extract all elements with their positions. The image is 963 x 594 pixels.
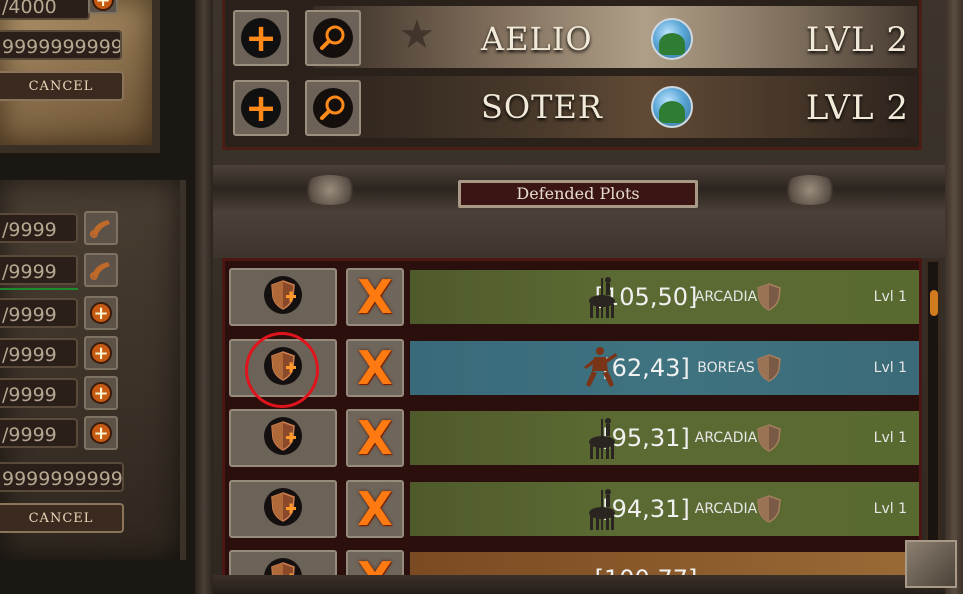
- plus-icon: +: [90, 302, 112, 324]
- plot-level: Lvl 1: [873, 289, 907, 305]
- magnifier-icon: [313, 18, 353, 58]
- plot-row[interactable]: X [62,43] BOREAS Lvl 1: [229, 338, 919, 399]
- highlight-ring: [245, 332, 319, 408]
- resource-plus-button-6[interactable]: +: [84, 416, 118, 450]
- plot-info-bar: [95,31] ARCADIA Lvl 1: [410, 411, 919, 465]
- hero-add-button[interactable]: +: [233, 10, 289, 66]
- hero-inspect-button[interactable]: [305, 10, 361, 66]
- shield-icon: [755, 353, 783, 383]
- resource-button-1[interactable]: [84, 211, 118, 245]
- left-top-plus-button[interactable]: +: [88, 0, 118, 14]
- plot-level: Lvl 1: [873, 359, 907, 376]
- resource-plus-button-3[interactable]: +: [84, 296, 118, 330]
- plot-row[interactable]: X [95,31] ARCADIA Lvl 1: [229, 409, 919, 469]
- remove-plot-button[interactable]: X: [346, 479, 404, 538]
- scrollbar-thumb[interactable]: [930, 290, 938, 316]
- remove-plot-button[interactable]: X: [346, 268, 404, 326]
- plot-row[interactable]: X [105,50] ARCADIA Lvl 1: [229, 268, 919, 328]
- plot-level: Lvl 1: [873, 500, 907, 517]
- defend-plot-button[interactable]: [229, 550, 337, 575]
- close-icon: X: [357, 411, 393, 465]
- resource-field-2[interactable]: /9999: [0, 255, 78, 285]
- magnifier-icon: [313, 88, 353, 128]
- resource-progress: [0, 288, 78, 290]
- hero-add-button[interactable]: +: [233, 80, 289, 136]
- plot-info-bar: [62,43] BOREAS Lvl 1: [410, 340, 919, 395]
- left-bottom-cancel-button[interactable]: CANCEL: [0, 503, 124, 533]
- hero-level: LVL 2: [805, 20, 909, 60]
- remove-plot-button[interactable]: X: [346, 338, 404, 397]
- left-top-cancel-button[interactable]: CANCEL: [0, 71, 124, 101]
- resource-button-2[interactable]: [84, 253, 118, 287]
- hero-name: AELIO: [481, 20, 593, 58]
- resource-field-1[interactable]: /9999: [0, 213, 78, 243]
- frame-right-rail: [945, 0, 963, 594]
- frame-left-rail: [195, 0, 213, 594]
- hero-list: + ★ AELIO LVL 2 + SOTER LVL 2: [222, 0, 922, 150]
- centaur-icon: [578, 274, 622, 320]
- centaur-icon: [578, 486, 622, 532]
- plot-row[interactable]: X[100,77]: [229, 550, 919, 575]
- remove-plot-button[interactable]: X: [346, 409, 404, 467]
- shield-icon: [755, 282, 783, 312]
- resource-plus-button-4[interactable]: +: [84, 336, 118, 370]
- plus-icon: +: [90, 342, 112, 364]
- close-icon: X: [357, 340, 393, 395]
- plot-info-bar: [105,50] ARCADIA Lvl 1: [410, 270, 919, 324]
- resource-plus-button-5[interactable]: +: [84, 376, 118, 410]
- forest-globe-icon: [651, 86, 693, 128]
- ornament-right: [780, 175, 840, 205]
- section-gap: [213, 213, 945, 258]
- resource-field-5[interactable]: /9999: [0, 378, 78, 408]
- horn-icon: [90, 262, 110, 280]
- plus-icon: +: [92, 0, 114, 11]
- shield-icon: [755, 494, 783, 524]
- frame-bottom-rail: [213, 575, 945, 594]
- resource-field-4[interactable]: /9999: [0, 338, 78, 368]
- hero-row: + ★ AELIO LVL 2: [233, 6, 917, 68]
- defend-plot-button[interactable]: [229, 409, 337, 467]
- shield-icon: [755, 423, 783, 453]
- close-icon: X: [357, 481, 393, 536]
- centaur-icon: [578, 415, 622, 461]
- plot-info-bar: [94,31] ARCADIA Lvl 1: [410, 481, 919, 536]
- remove-plot-button[interactable]: X: [346, 550, 404, 575]
- hero-inspect-button[interactable]: [305, 80, 361, 136]
- defend-plot-button[interactable]: [229, 268, 337, 326]
- defended-plots-list: X [105,50] ARCADIA Lvl 1 X [62,43] BOREAS Lvl 1…: [222, 258, 922, 578]
- defend-plot-button[interactable]: [229, 479, 337, 538]
- forest-globe-icon: [651, 18, 693, 60]
- resource-field-3[interactable]: /9999: [0, 298, 78, 328]
- horn-icon: [90, 220, 110, 238]
- shield-plus-icon: [263, 275, 303, 319]
- hero-name: SOTER: [481, 88, 603, 126]
- warrior-icon: [578, 345, 622, 391]
- plot-level: Lvl 1: [873, 430, 907, 446]
- plot-row[interactable]: X [94,31] ARCADIA Lvl 1: [229, 479, 919, 540]
- close-icon: X: [357, 270, 393, 324]
- plus-icon: +: [90, 422, 112, 444]
- plus-icon: +: [90, 382, 112, 404]
- left-top-field-2[interactable]: 9999999999: [0, 30, 122, 60]
- plus-icon: +: [241, 88, 281, 128]
- plus-icon: +: [241, 18, 281, 58]
- left-top-field-1[interactable]: /4000: [0, 0, 90, 20]
- corner-ornament: [905, 540, 957, 588]
- section-title: Defended Plots: [458, 180, 698, 208]
- hero-row: + SOTER LVL 2: [233, 76, 917, 138]
- resource-field-6[interactable]: /9999: [0, 418, 78, 448]
- star-icon: ★: [399, 12, 435, 58]
- hero-level: LVL 2: [805, 88, 909, 128]
- shield-plus-icon: [263, 416, 303, 460]
- total-field[interactable]: 9999999999: [0, 462, 124, 492]
- ornament-left: [300, 175, 360, 205]
- shield-plus-icon: [263, 487, 303, 531]
